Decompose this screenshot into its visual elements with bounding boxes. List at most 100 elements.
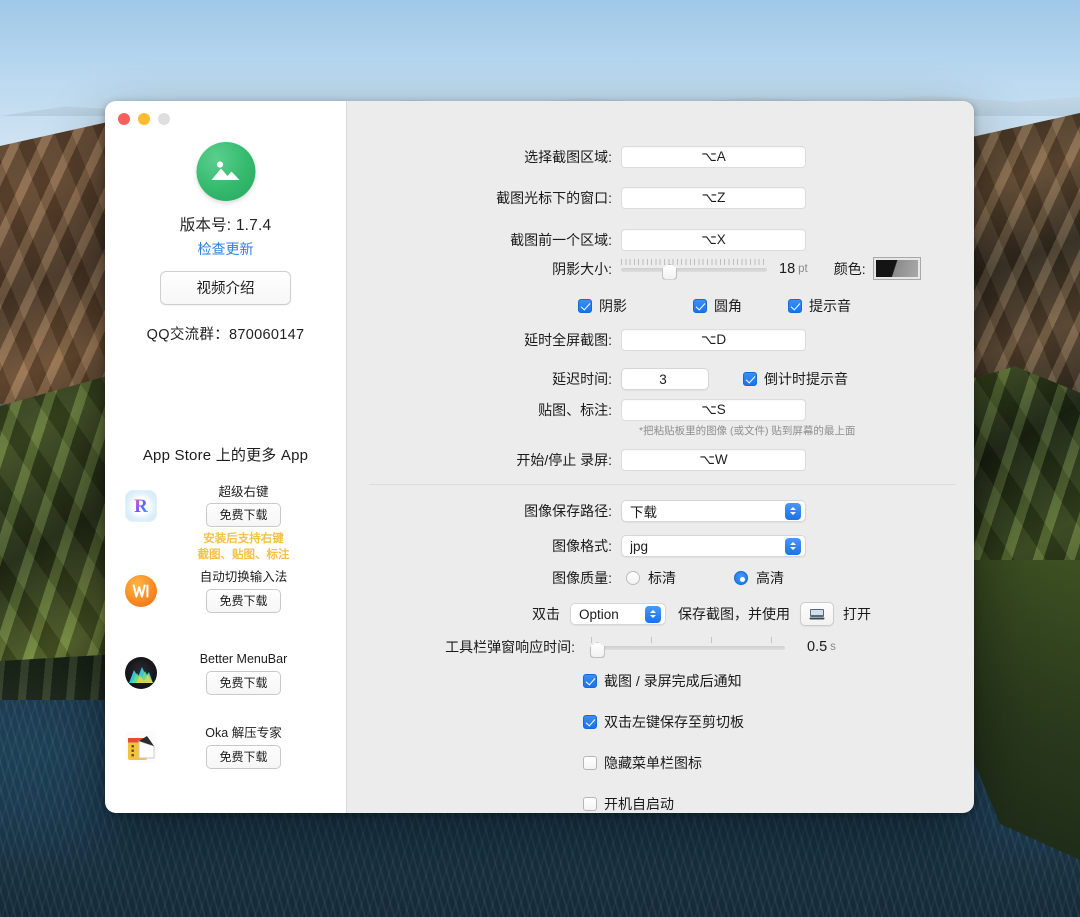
store-item-meta: 自动切换输入法 免费下载 bbox=[157, 569, 346, 613]
delay-time-stepper[interactable]: 3 bbox=[621, 368, 709, 390]
radio-box bbox=[626, 571, 640, 585]
open-with-app-icon[interactable] bbox=[800, 602, 834, 626]
chevron-updown-icon bbox=[645, 605, 661, 623]
free-download-button[interactable]: 免费下载 bbox=[206, 670, 281, 695]
desktop-wallpaper: 版本号: 1.7.4 检查更新 视频介绍 QQ交流群：870060147 App… bbox=[0, 0, 1080, 917]
store-item-note-line1: 安装后支持右键 bbox=[203, 533, 284, 546]
double-click-modifier-select[interactable]: Option bbox=[570, 603, 666, 625]
version-label: 版本号: 1.7.4 bbox=[179, 217, 272, 234]
shadow-color-label: 颜色: bbox=[833, 260, 866, 277]
slider-ticks bbox=[591, 637, 785, 643]
store-item-note-line2: 截图、贴图、标注 bbox=[197, 548, 290, 561]
check-update-link[interactable]: 检查更新 bbox=[105, 239, 346, 259]
image-format-label: 图像格式: bbox=[552, 538, 612, 554]
toolbar-delay-unit: s bbox=[830, 641, 836, 653]
capture-area-shortcut-input[interactable]: ⌥A bbox=[621, 146, 806, 168]
dblclick-copy-clipboard-label: 双击左键保存至剪切板 bbox=[604, 714, 744, 730]
shadow-checkbox[interactable]: 阴影 bbox=[578, 296, 627, 316]
hide-menubar-icon-label: 隐藏菜单栏图标 bbox=[604, 755, 702, 771]
setting-row-record: 开始/停止 录屏: ⌥W bbox=[347, 449, 974, 471]
close-button-icon[interactable] bbox=[118, 113, 130, 125]
setting-row-delayed-fullscreen: 延时全屏截图: ⌥D bbox=[347, 329, 974, 351]
image-quality-hd-label: 高清 bbox=[756, 570, 784, 586]
capture-window-shortcut-input[interactable]: ⌥Z bbox=[621, 187, 806, 209]
delayed-fullscreen-shortcut-input[interactable]: ⌥D bbox=[621, 329, 806, 351]
capture-window-label: 截图光标下的窗口: bbox=[496, 190, 612, 206]
image-quality-standard-label: 标清 bbox=[648, 570, 676, 586]
slider-ticks bbox=[621, 258, 767, 265]
dblclick-copy-clipboard-checkbox[interactable]: 双击左键保存至剪切板 bbox=[583, 712, 744, 732]
save-path-label: 图像保存路径: bbox=[524, 503, 612, 519]
setting-row-save-path: 图像保存路径: 下载 bbox=[347, 500, 974, 522]
shadow-color-well[interactable] bbox=[872, 257, 921, 280]
qq-group-label: QQ交流群：870060147 bbox=[146, 327, 305, 343]
toolbar-delay-slider[interactable] bbox=[589, 637, 785, 658]
traffic-lights bbox=[118, 113, 170, 125]
list-item[interactable]: Oka 解压专家 免费下载 bbox=[105, 725, 346, 785]
shadow-size-label: 阴影大小: bbox=[552, 260, 612, 277]
toolbar-delay-label: 工具栏弹窗响应时间: bbox=[445, 639, 575, 655]
free-download-button[interactable]: 免费下载 bbox=[206, 744, 281, 769]
slider-thumb[interactable] bbox=[589, 642, 605, 658]
notify-after-capture-checkbox[interactable]: 截图 / 录屏完成后通知 bbox=[583, 671, 742, 691]
list-item[interactable]: 自动切换输入法 免费下载 bbox=[105, 569, 346, 629]
setting-row-toolbar-delay: 工具栏弹窗响应时间: 0.5 s bbox=[347, 637, 974, 658]
store-item-note: 安装后支持右键 截图、贴图、标注 bbox=[157, 532, 330, 563]
list-item[interactable]: R 超级右键 免费下载 安装后支持右键 截图、贴图、标注 bbox=[105, 484, 346, 563]
minimize-button-icon[interactable] bbox=[138, 113, 150, 125]
better-menubar-icon bbox=[125, 657, 157, 690]
slider-track bbox=[591, 646, 785, 650]
image-quality-radio-hd[interactable]: 高清 bbox=[734, 568, 784, 588]
paste-annotate-hint: *把粘贴板里的图像 (或文件) 贴到屏幕的最上面 bbox=[639, 425, 856, 437]
chevron-updown-icon bbox=[785, 502, 801, 520]
shadow-size-unit: pt bbox=[798, 262, 808, 275]
delayed-fullscreen-label: 延时全屏截图: bbox=[524, 332, 612, 348]
photo-icon bbox=[196, 142, 255, 201]
image-quality-radio-standard[interactable]: 标清 bbox=[626, 568, 676, 588]
shadow-size-slider[interactable] bbox=[621, 258, 767, 280]
paste-annotate-shortcut-input[interactable]: ⌥S bbox=[621, 399, 806, 421]
sidebar: 版本号: 1.7.4 检查更新 视频介绍 QQ交流群：870060147 App… bbox=[105, 101, 347, 813]
setting-row-double-click: 双击 Option 保存截图，并使用 打开 bbox=[347, 602, 974, 626]
oka-unarchiver-icon bbox=[125, 731, 157, 764]
setting-row-capture-area: 选择截图区域: ⌥A bbox=[347, 146, 974, 168]
shutter-sound-checkbox[interactable]: 提示音 bbox=[788, 296, 851, 316]
radio-box bbox=[734, 571, 748, 585]
free-download-button[interactable]: 免费下载 bbox=[206, 588, 281, 613]
input-method-icon bbox=[125, 575, 157, 608]
notify-after-capture-label: 截图 / 录屏完成后通知 bbox=[604, 673, 742, 689]
save-path-select[interactable]: 下载 bbox=[621, 500, 806, 522]
list-item[interactable]: Better MenuBar 免费下载 bbox=[105, 651, 346, 711]
save-path-value: 下载 bbox=[630, 505, 657, 520]
setting-row-image-quality: 图像质量: 标清 高清 bbox=[347, 568, 974, 588]
launch-at-login-checkbox[interactable]: 开机自启动 bbox=[583, 794, 674, 813]
setting-row-capture-previous: 截图前一个区域: ⌥X bbox=[347, 229, 974, 251]
image-quality-label: 图像质量: bbox=[552, 570, 612, 586]
store-item-name: Better MenuBar bbox=[199, 652, 288, 667]
shadow-size-value: 18 bbox=[779, 260, 796, 277]
setting-row-paste-annotate: 贴图、标注: ⌥S bbox=[347, 399, 974, 421]
slider-thumb[interactable] bbox=[662, 263, 678, 280]
free-download-button[interactable]: 免费下载 bbox=[206, 503, 281, 528]
delay-time-label: 延迟时间: bbox=[552, 371, 612, 387]
bottom-checkbox-group: 截图 / 录屏完成后通知 双击左键保存至剪切板 隐藏菜单栏图标 开机自启动 bbox=[583, 671, 744, 813]
record-shortcut-input[interactable]: ⌥W bbox=[621, 449, 806, 471]
countdown-sound-checkbox[interactable]: 倒计时提示音 bbox=[743, 369, 848, 389]
app-store-list: R 超级右键 免费下载 安装后支持右键 截图、贴图、标注 自动切换输入法 免费下… bbox=[105, 484, 346, 791]
video-intro-wrapper: 视频介绍 bbox=[105, 271, 346, 305]
hide-menubar-icon-checkbox[interactable]: 隐藏菜单栏图标 bbox=[583, 753, 702, 773]
store-item-name: Oka 解压专家 bbox=[205, 726, 282, 741]
stepper-arrows-icon[interactable] bbox=[698, 376, 704, 382]
image-format-select[interactable]: jpg bbox=[621, 535, 806, 557]
checkbox-box bbox=[743, 372, 757, 386]
video-intro-button[interactable]: 视频介绍 bbox=[160, 271, 291, 305]
store-item-meta: Oka 解压专家 免费下载 bbox=[157, 725, 346, 769]
delay-time-value: 3 bbox=[659, 371, 667, 387]
zoom-button-icon[interactable] bbox=[158, 113, 170, 125]
rounded-corner-checkbox[interactable]: 圆角 bbox=[693, 296, 742, 316]
checkbox-box bbox=[583, 756, 597, 770]
checkbox-box bbox=[583, 797, 597, 811]
capture-previous-shortcut-input[interactable]: ⌥X bbox=[621, 229, 806, 251]
setting-row-delay-time: 延迟时间: 3 倒计时提示音 bbox=[347, 368, 974, 390]
store-item-name: 超级右键 bbox=[218, 485, 269, 499]
